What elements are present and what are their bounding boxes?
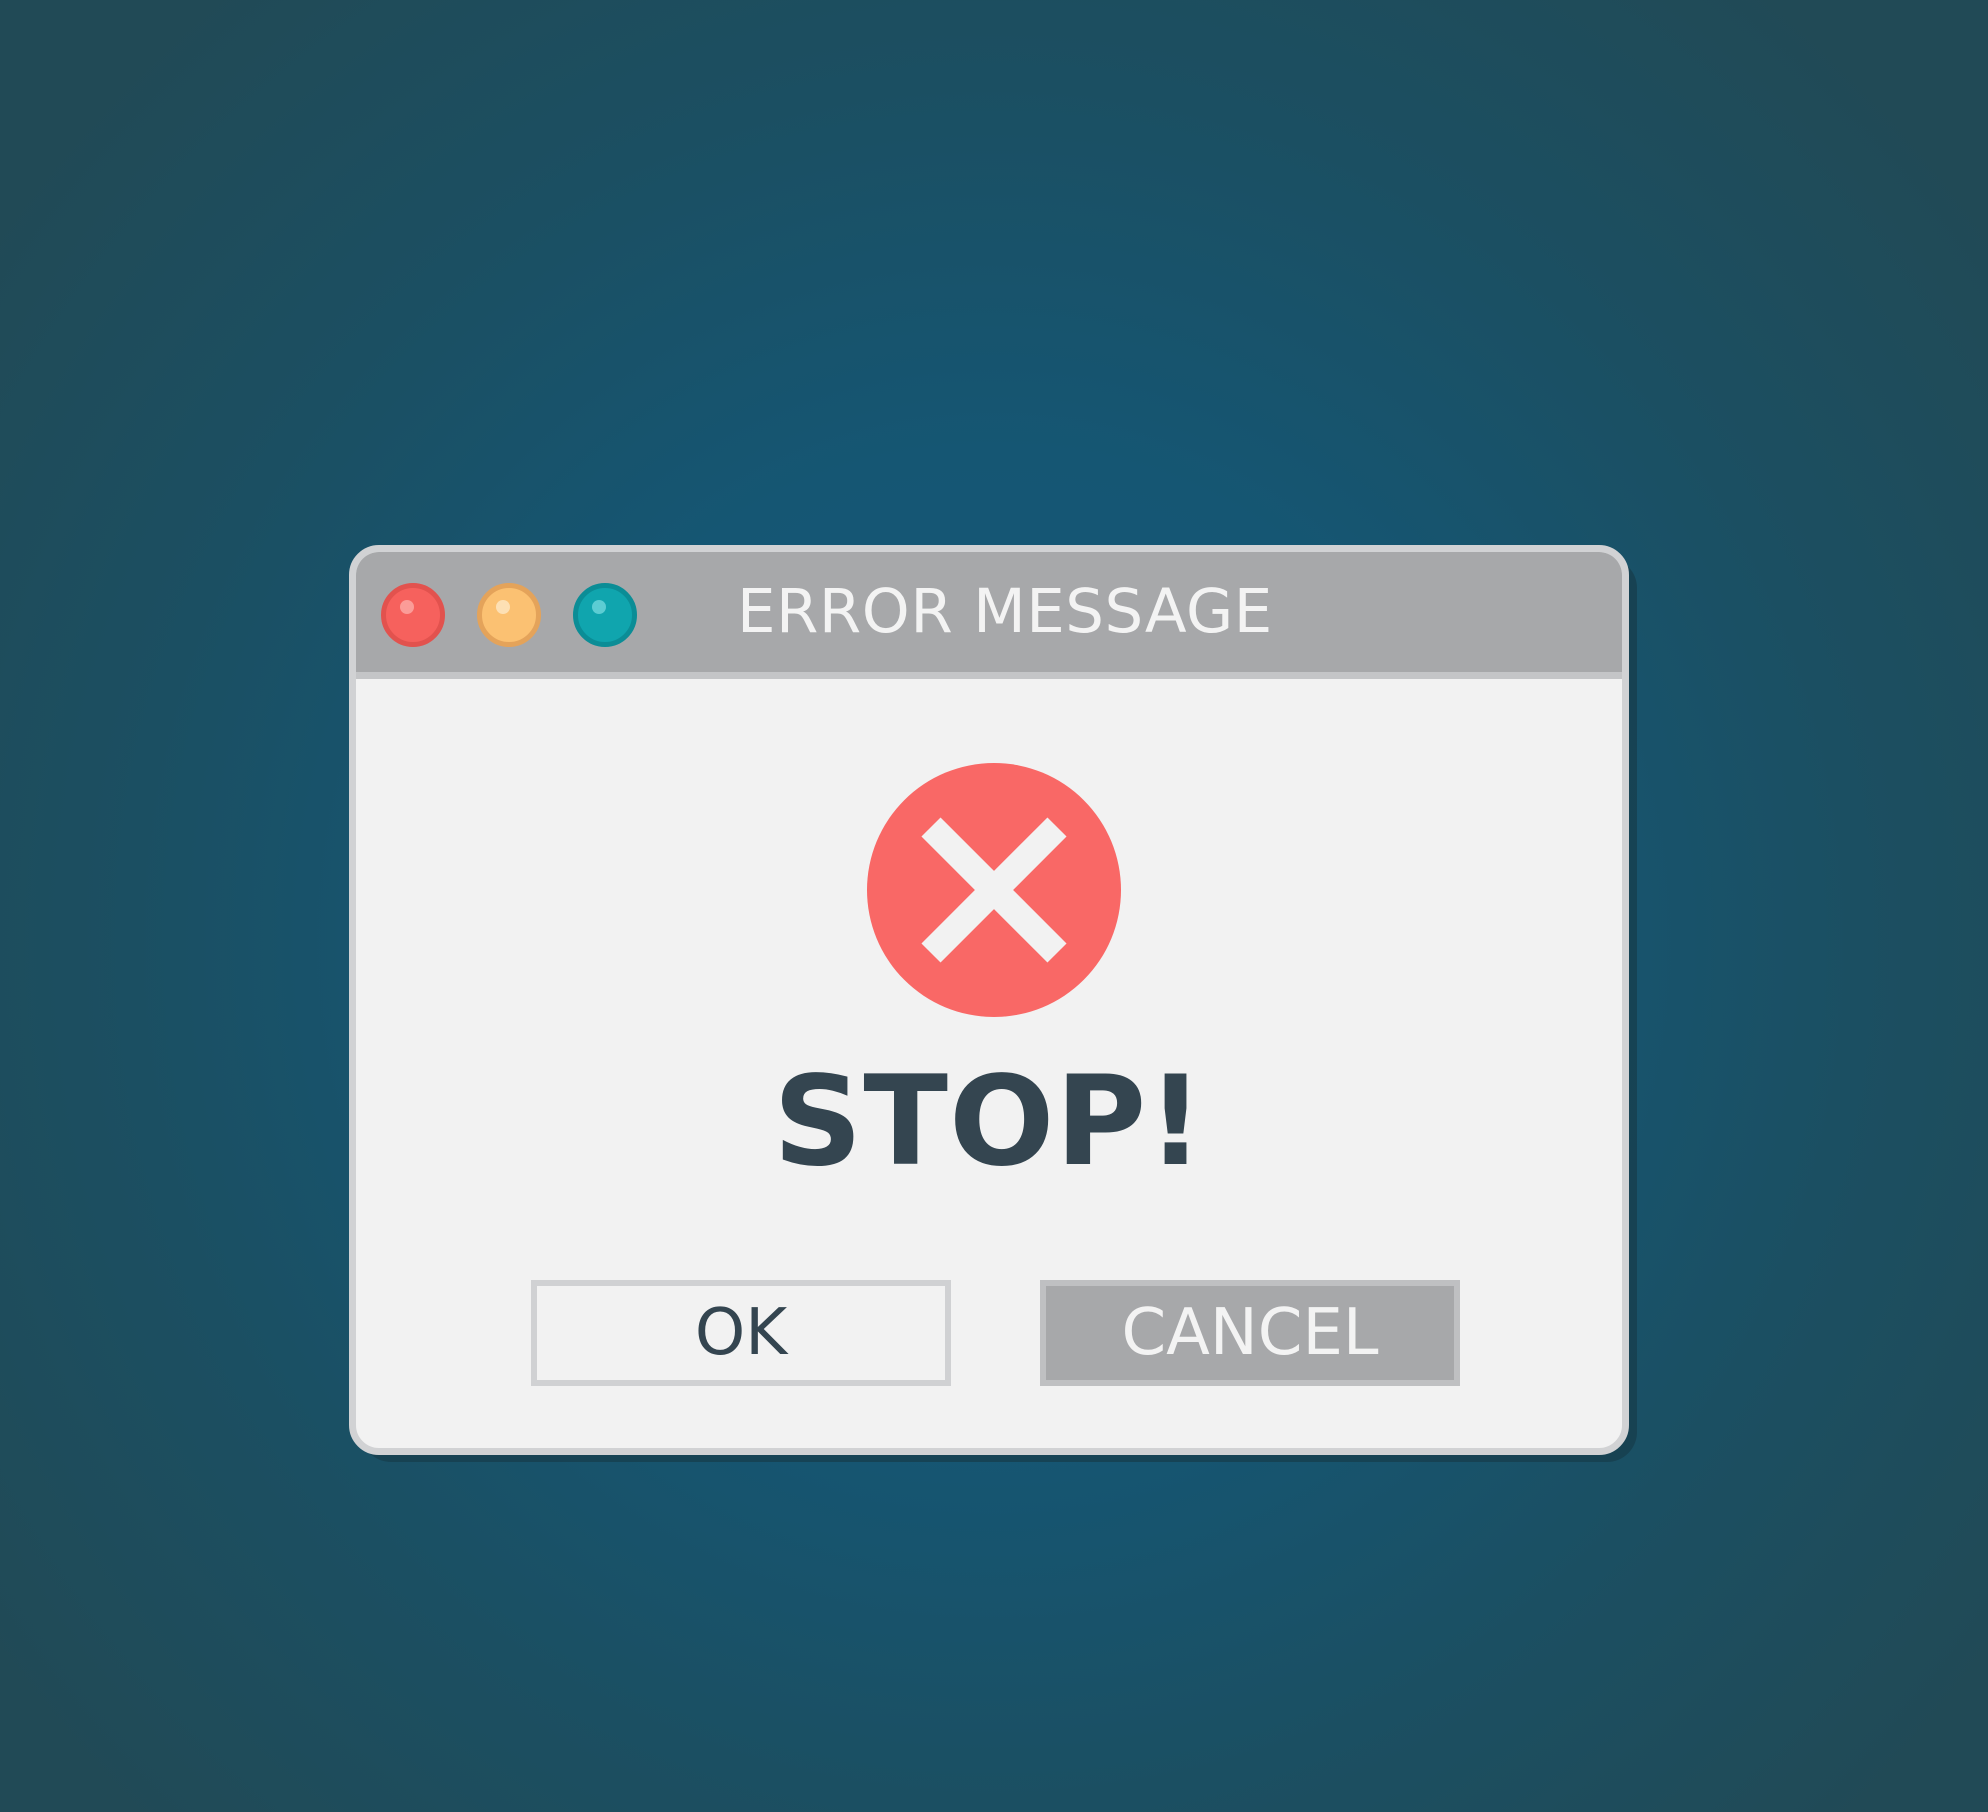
desktop-background: { "dialog": { "title": "ERROR MESSAGE", …: [0, 0, 1988, 1812]
maximize-button-highlight: [592, 600, 606, 614]
cancel-button[interactable]: CANCEL: [1040, 1280, 1460, 1386]
error-dialog: ERROR MESSAGE STOP! OK CANCEL: [349, 545, 1629, 1455]
dialog-title: ERROR MESSAGE: [737, 576, 1273, 647]
minimize-window-button[interactable]: [477, 583, 541, 647]
close-window-button[interactable]: [381, 583, 445, 647]
minimize-button-highlight: [496, 600, 510, 614]
error-x-icon: [867, 763, 1121, 1017]
maximize-window-button[interactable]: [573, 583, 637, 647]
error-message-text: STOP!: [773, 1050, 1205, 1194]
close-button-highlight: [400, 600, 414, 614]
ok-button[interactable]: OK: [531, 1280, 951, 1386]
dialog-titlebar[interactable]: ERROR MESSAGE: [356, 552, 1622, 679]
